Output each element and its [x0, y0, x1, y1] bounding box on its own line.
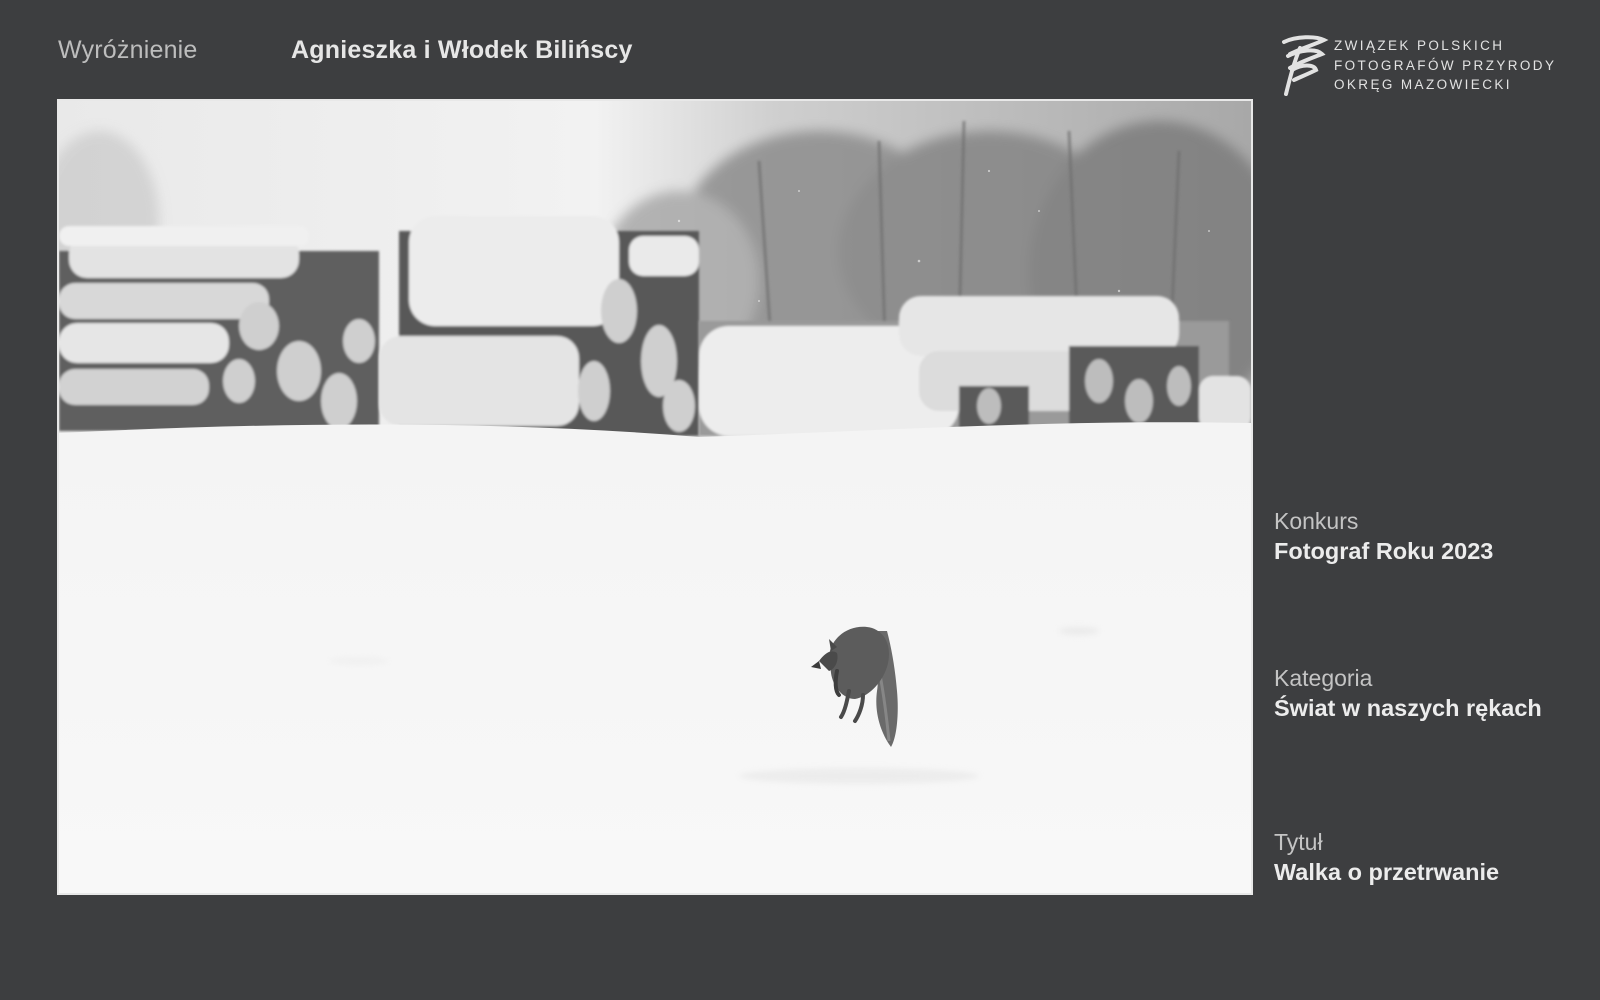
organization-name: ZWIĄZEK POLSKICH FOTOGRAFÓW PRZYRODY OKR… [1334, 36, 1556, 95]
organization-logo: ZWIĄZEK POLSKICH FOTOGRAFÓW PRZYRODY OKR… [1276, 34, 1566, 98]
category-info: Kategoria Świat w naszych rękach [1274, 663, 1584, 723]
logo-line-2: FOTOGRAFÓW PRZYRODY [1334, 57, 1557, 73]
title-value: Walka o przetrwanie [1274, 859, 1500, 885]
category-label: Kategoria [1274, 665, 1373, 691]
category-value: Świat w naszych rękach [1274, 695, 1542, 721]
award-label: Wyróżnienie [58, 36, 198, 64]
author-name: Agnieszka i Włodek Bilińscy [291, 36, 633, 64]
contest-value: Fotograf Roku 2023 [1274, 538, 1494, 564]
zpfp-logo-icon [1282, 35, 1329, 96]
contest-info: Konkurs Fotograf Roku 2023 [1274, 506, 1584, 566]
logo-line-3: OKRĘG MAZOWIECKI [1334, 77, 1512, 92]
logo-line-1: ZWIĄZEK POLSKICH [1334, 38, 1505, 53]
fox-jumping-in-snow-photo [59, 101, 1251, 893]
title-label: Tytuł [1274, 829, 1323, 855]
contest-photo [57, 99, 1253, 895]
title-info: Tytuł Walka o przetrwanie [1274, 827, 1584, 887]
contest-label: Konkurs [1274, 508, 1359, 534]
